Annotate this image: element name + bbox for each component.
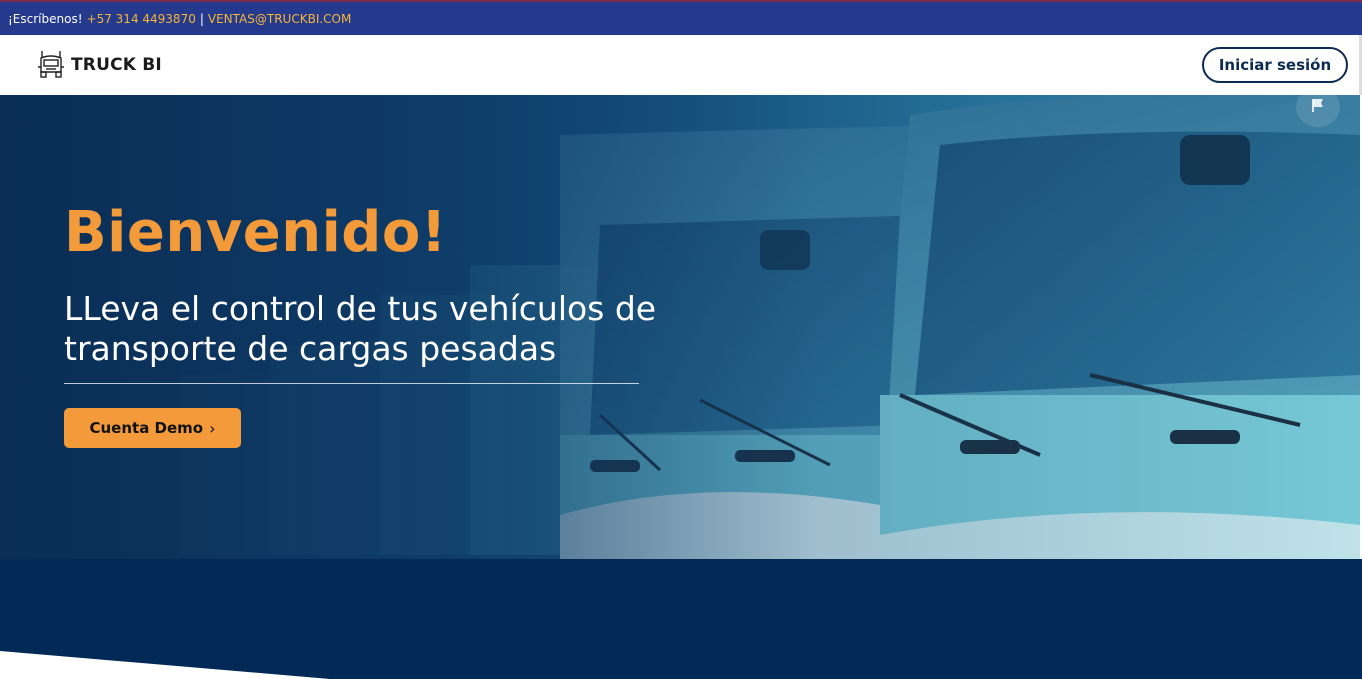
brand-logo[interactable]: TRUCK BI (37, 47, 162, 84)
hero-content: Bienvenido! LLeva el control de tus vehí… (64, 205, 714, 448)
hero-banner: Bienvenido! LLeva el control de tus vehí… (0, 95, 1360, 559)
brand-name: TRUCK BI (71, 55, 162, 75)
login-button[interactable]: Iniciar sesión (1202, 47, 1348, 83)
demo-account-button[interactable]: Cuenta Demo › (64, 408, 241, 448)
main-navbar: TRUCK BI Iniciar sesión (0, 35, 1362, 95)
section-wedge (0, 651, 330, 679)
email-link[interactable]: VENTAS@TRUCKBI.COM (208, 12, 351, 26)
chevron-right-icon: › (209, 418, 216, 438)
truck-icon (37, 47, 65, 84)
contact-separator: | (199, 11, 204, 26)
contact-bar: ¡Escríbenos! +57 314 4493870 | VENTAS@TR… (0, 0, 1362, 35)
flag-icon (1310, 97, 1326, 118)
phone-link[interactable]: +57 314 4493870 (87, 12, 196, 26)
next-section (0, 559, 1362, 679)
hero-subtitle: LLeva el control de tus vehículos de tra… (64, 289, 657, 368)
hero-divider (64, 383, 639, 384)
contact-prefix: ¡Escríbenos! (8, 11, 83, 26)
hero-title: Bienvenido! (64, 200, 447, 265)
demo-button-label: Cuenta Demo (89, 419, 204, 437)
